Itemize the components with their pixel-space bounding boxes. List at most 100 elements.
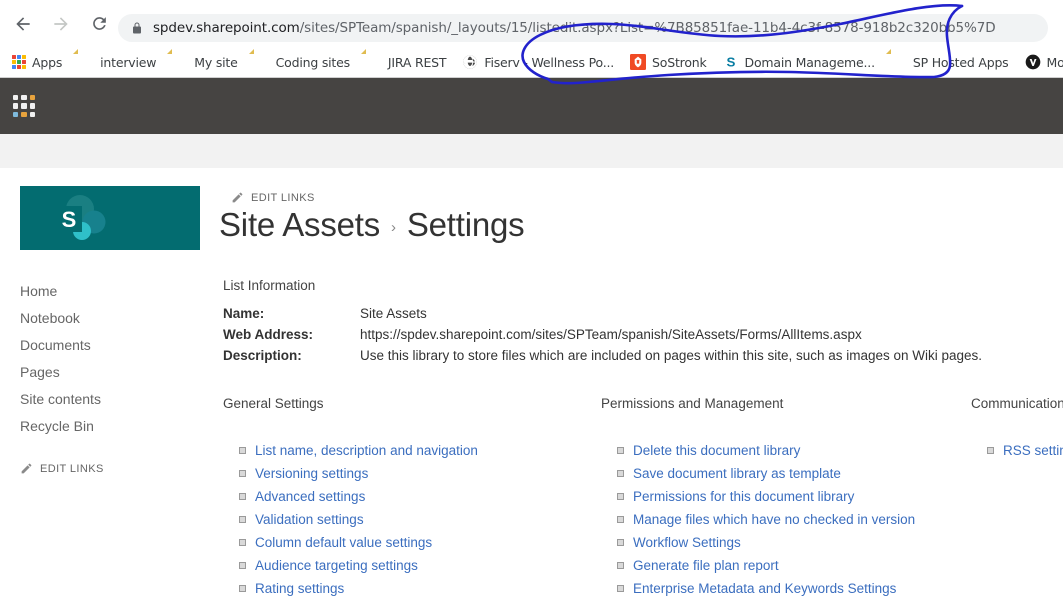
list-item[interactable]: Workflow Settings <box>601 535 971 558</box>
settings-content: List Information Name: Site Assets Web A… <box>223 278 1063 604</box>
page-title-breadcrumb: Site Assets › Settings <box>219 206 524 244</box>
bookmark-label: Fiserv - Wellness Po... <box>484 55 614 70</box>
forward-button[interactable] <box>46 9 76 39</box>
bookmark-label: interview <box>100 55 156 70</box>
list-item[interactable]: Column default value settings <box>223 535 601 558</box>
circle-v-icon <box>1025 54 1041 70</box>
sidebar-item-home[interactable]: Home <box>0 278 200 305</box>
bookmark-label: JIRA REST <box>388 55 446 70</box>
link-save-document-library-as-template[interactable]: Save document library as template <box>633 466 841 481</box>
link-versioning-settings[interactable]: Versioning settings <box>255 466 368 481</box>
bookmarks-bar: Apps interview My site Coding sites JIRA… <box>0 47 1063 77</box>
bullet-icon <box>239 516 246 523</box>
bullet-icon <box>617 539 624 546</box>
reload-icon <box>90 14 109 33</box>
list-item[interactable]: Validation settings <box>223 512 601 535</box>
link-column-default-value-settings[interactable]: Column default value settings <box>255 535 432 550</box>
edit-links-top[interactable]: EDIT LINKS <box>231 191 315 204</box>
bullet-icon <box>239 585 246 592</box>
list-item[interactable]: Manage files which have no checked in ve… <box>601 512 971 535</box>
breadcrumb-parent[interactable]: Site Assets <box>219 206 380 244</box>
list-information-table: Name: Site Assets Web Address: https://s… <box>223 307 982 370</box>
list-info-key: Description: <box>223 349 360 370</box>
table-row: Description: Use this library to store f… <box>223 349 982 370</box>
sidebar-edit-links[interactable]: EDIT LINKS <box>0 455 200 482</box>
address-bar[interactable]: spdev.sharepoint.com/sites/SPTeam/spanis… <box>118 14 1048 42</box>
bookmark-sostronk[interactable]: SoStronk <box>630 50 707 74</box>
suite-nav-band <box>0 134 1063 168</box>
settings-column-general: General Settings List name, description … <box>223 396 601 604</box>
list-info-value: Use this library to store files which ar… <box>360 349 982 370</box>
list-item[interactable]: RSS settings <box>971 443 1063 466</box>
list-item[interactable]: List name, description and navigation <box>223 443 601 466</box>
site-logo-tile[interactable]: S <box>20 186 200 250</box>
link-workflow-settings[interactable]: Workflow Settings <box>633 535 741 550</box>
app-launcher-waffle-icon[interactable] <box>13 95 35 117</box>
list-item[interactable]: Delete this document library <box>601 443 971 466</box>
bookmark-interview[interactable]: interview <box>78 50 156 74</box>
bookmark-label: Movies Torrent <box>1047 55 1063 70</box>
link-manage-files-no-checked-in-version[interactable]: Manage files which have no checked in ve… <box>633 512 915 527</box>
list-item[interactable]: Generate file plan report <box>601 558 971 581</box>
list-item[interactable]: Advanced settings <box>223 489 601 512</box>
bookmark-movies-torrent[interactable]: Movies Torrent <box>1025 50 1063 74</box>
bullet-icon <box>239 493 246 500</box>
bookmark-fiserv-wellness[interactable]: Fiserv - Wellness Po... <box>462 50 614 74</box>
globe-icon <box>462 54 478 70</box>
apps-grid-icon <box>12 55 26 69</box>
back-button[interactable] <box>8 9 38 39</box>
breadcrumb-current: Settings <box>407 206 525 244</box>
folder-icon <box>172 54 188 70</box>
office-suite-bar <box>0 78 1063 134</box>
bookmark-label: SoStronk <box>652 55 707 70</box>
list-item[interactable]: Versioning settings <box>223 466 601 489</box>
link-advanced-settings[interactable]: Advanced settings <box>255 489 365 504</box>
back-arrow-icon <box>13 14 33 34</box>
settings-column-communications: Communications RSS settings <box>971 396 1063 604</box>
link-validation-settings[interactable]: Validation settings <box>255 512 364 527</box>
edit-links-top-label: EDIT LINKS <box>251 192 315 204</box>
folder-icon <box>366 54 382 70</box>
bullet-icon <box>617 447 624 454</box>
bullet-icon <box>239 447 246 454</box>
sidebar-item-notebook[interactable]: Notebook <box>0 305 200 332</box>
list-information-heading: List Information <box>223 278 1063 293</box>
folder-icon <box>254 54 270 70</box>
bookmark-label: Domain Manageme... <box>745 55 875 70</box>
link-audience-targeting-settings[interactable]: Audience targeting settings <box>255 558 418 573</box>
sharepoint-logo-icon: S <box>40 192 132 244</box>
sidebar-item-documents[interactable]: Documents <box>0 332 200 359</box>
settings-columns: General Settings List name, description … <box>223 396 1063 604</box>
link-enterprise-metadata-keywords-settings[interactable]: Enterprise Metadata and Keywords Setting… <box>633 581 896 596</box>
settings-column-permissions: Permissions and Management Delete this d… <box>601 396 971 604</box>
list-item[interactable]: Permissions for this document library <box>601 489 971 512</box>
link-generate-file-plan-report[interactable]: Generate file plan report <box>633 558 779 573</box>
bookmark-apps[interactable]: Apps <box>12 50 62 74</box>
bookmark-coding-sites[interactable]: Coding sites <box>254 50 350 74</box>
sidebar-item-pages[interactable]: Pages <box>0 359 200 386</box>
list-item[interactable]: Audience targeting settings <box>223 558 601 581</box>
link-permissions-for-this-document-library[interactable]: Permissions for this document library <box>633 489 854 504</box>
link-rating-settings[interactable]: Rating settings <box>255 581 344 596</box>
bullet-icon <box>617 585 624 592</box>
bookmark-domain-management[interactable]: S Domain Manageme... <box>723 50 875 74</box>
link-rss-settings[interactable]: RSS settings <box>1003 443 1063 458</box>
bookmark-my-site[interactable]: My site <box>172 50 237 74</box>
link-list-name-description-navigation[interactable]: List name, description and navigation <box>255 443 478 458</box>
folder-icon <box>891 54 907 70</box>
list-item[interactable]: Rating settings <box>223 581 601 604</box>
sidebar-item-recycle-bin[interactable]: Recycle Bin <box>0 413 200 440</box>
link-delete-this-document-library[interactable]: Delete this document library <box>633 443 800 458</box>
general-settings-links: List name, description and navigation Ve… <box>223 411 601 604</box>
svg-text:S: S <box>62 207 77 232</box>
bookmark-jira-rest[interactable]: JIRA REST <box>366 50 446 74</box>
list-item[interactable]: Enterprise Metadata and Keywords Setting… <box>601 581 971 604</box>
list-item[interactable]: Save document library as template <box>601 466 971 489</box>
left-navigation: Home Notebook Documents Pages Site conte… <box>0 278 200 482</box>
bullet-icon <box>617 516 624 523</box>
sidebar-item-site-contents[interactable]: Site contents <box>0 386 200 413</box>
column-heading-permissions: Permissions and Management <box>601 396 971 411</box>
reload-button[interactable] <box>84 9 114 39</box>
bullet-icon <box>617 562 624 569</box>
bookmark-sp-hosted-apps[interactable]: SP Hosted Apps <box>891 50 1009 74</box>
